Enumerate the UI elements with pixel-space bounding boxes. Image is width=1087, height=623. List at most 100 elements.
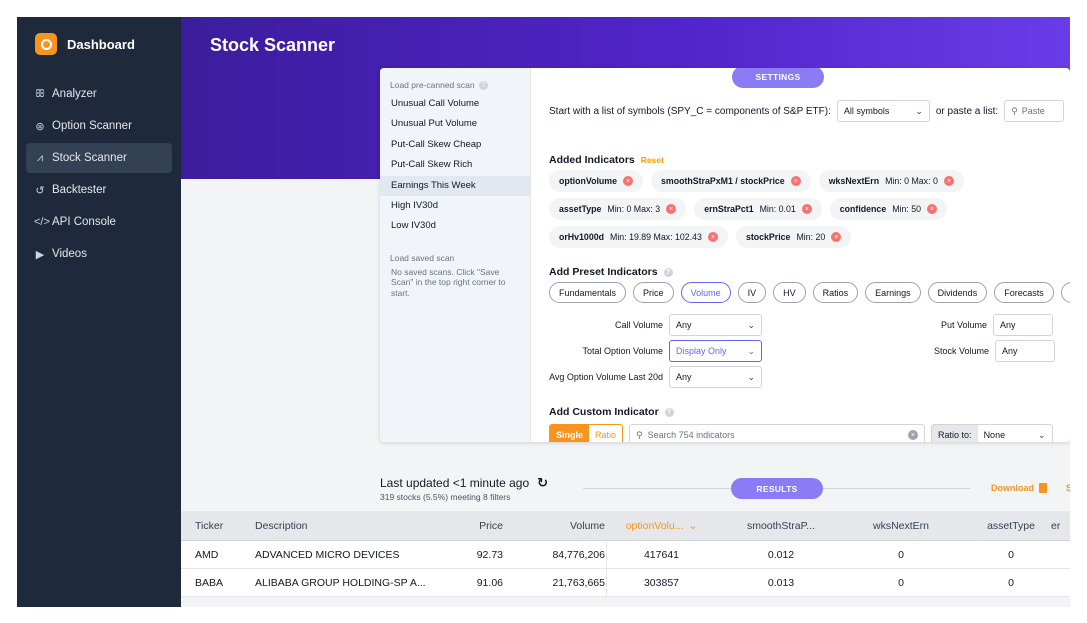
- refresh-icon[interactable]: ↻: [537, 475, 548, 491]
- indicator-chip[interactable]: stockPrice Min: 20 ×: [735, 226, 852, 248]
- precanned-scan-item[interactable]: Put-Call Skew Rich: [380, 155, 530, 175]
- column-header[interactable]: smoothStraP...: [721, 511, 841, 540]
- download-button[interactable]: Download S: [991, 483, 1070, 493]
- cell-value: 92.73: [476, 548, 503, 561]
- brand[interactable]: Dashboard: [35, 33, 135, 55]
- preset-tab-forecasts[interactable]: Forecasts: [994, 282, 1054, 303]
- stock-chart-icon: ⩘: [36, 151, 44, 164]
- sidebar-item-option-scanner[interactable]: ⊛ Option Scanner: [26, 111, 172, 141]
- preset-tab-ske[interactable]: Ske: [1060, 282, 1070, 303]
- precanned-scan-item[interactable]: Unusual Put Volume: [380, 114, 530, 134]
- indicator-chip-name: optionVolume: [559, 176, 617, 186]
- remove-icon[interactable]: ×: [943, 176, 954, 186]
- table-cell: BABA: [195, 569, 245, 596]
- indicator-chip-name: confidence: [839, 204, 887, 214]
- indicator-chip[interactable]: optionVolume ×: [549, 170, 643, 192]
- sidebar-item-analyzer[interactable]: ꕥ Analyzer: [26, 79, 172, 109]
- cell-value: 0.012: [767, 548, 795, 561]
- put-volume-select[interactable]: Any: [993, 314, 1054, 336]
- clear-icon[interactable]: ×: [908, 430, 919, 440]
- total-option-volume-field: Total Option Volume Display Only ⌄: [582, 340, 762, 362]
- symbols-label: Start with a list of symbols (SPY_C = co…: [549, 105, 831, 117]
- help-icon[interactable]: ?: [664, 407, 674, 417]
- preset-tab-ratios[interactable]: Ratios: [812, 282, 859, 303]
- stock-volume-select[interactable]: Any: [995, 340, 1056, 362]
- added-indicators-heading: Added Indicators Reset: [549, 154, 664, 166]
- cell-value: ALIBABA GROUP HOLDING-SP A...: [255, 576, 426, 589]
- indicator-chip[interactable]: confidence Min: 50 ×: [829, 198, 948, 220]
- preset-tab-earnings[interactable]: Earnings: [865, 282, 921, 303]
- remove-icon[interactable]: ×: [927, 204, 938, 214]
- precanned-caption: Load pre-canned scan ?: [380, 80, 530, 90]
- last-updated: Last updated <1 minute ago ↻: [380, 475, 548, 491]
- video-icon: ▶: [35, 248, 45, 261]
- column-header-label: wksNextErn: [872, 519, 929, 532]
- column-header-label: Ticker: [195, 519, 224, 532]
- precanned-scan-item[interactable]: Unusual Call Volume: [380, 94, 530, 114]
- precanned-scan-item[interactable]: Put-Call Skew Cheap: [380, 135, 530, 155]
- remove-icon[interactable]: ×: [790, 176, 801, 186]
- remove-icon[interactable]: ×: [831, 232, 842, 242]
- precanned-scan-item[interactable]: Low IV30d: [380, 216, 530, 236]
- column-header[interactable]: Ticker: [195, 511, 245, 540]
- paste-list-input[interactable]: ⚲ Paste: [1004, 100, 1065, 122]
- avg-option-volume-select[interactable]: Any ⌄: [669, 366, 762, 388]
- column-header-label: optionVolu...: [625, 519, 684, 532]
- indicator-chip[interactable]: smoothStraPxM1 / stockPrice ×: [651, 170, 811, 192]
- precanned-scan-item[interactable]: High IV30d: [380, 196, 530, 216]
- cell-value: 0.013: [767, 576, 795, 589]
- indicator-chip[interactable]: wksNextErn Min: 0 Max: 0 ×: [818, 170, 964, 192]
- column-header[interactable]: er: [1051, 511, 1070, 540]
- indicator-search-input[interactable]: ⚲ Search 754 indicators ×: [629, 424, 926, 442]
- table-cell: 91.06: [443, 569, 503, 596]
- remove-icon[interactable]: ×: [801, 204, 812, 214]
- sidebar-nav: ꕥ Analyzer ⊛ Option Scanner ⩘ Stock Scanner ↺ B…: [26, 79, 172, 271]
- avg-option-volume-value: Any: [676, 372, 692, 382]
- preset-tab-iv[interactable]: IV: [737, 282, 767, 303]
- table-row[interactable]: AMD ADVANCED MICRO DEVICES 92.73 84,776,206…: [181, 541, 1070, 569]
- custom-indicator-row: Single Ratio ⚲ Search 754 indicators × R…: [549, 424, 1053, 442]
- indicator-chip-name: assetType: [559, 204, 602, 214]
- symbols-select[interactable]: All symbols ⌄: [836, 100, 930, 122]
- sidebar-item-backtester[interactable]: ↺ Backtester: [26, 175, 172, 205]
- help-icon[interactable]: ?: [663, 267, 673, 277]
- preset-tab-hv[interactable]: HV: [773, 282, 806, 303]
- column-header[interactable]: assetType: [961, 511, 1061, 540]
- column-header[interactable]: Price: [443, 511, 503, 540]
- column-header[interactable]: Volume: [513, 511, 605, 540]
- column-header-label: Description: [255, 519, 308, 532]
- help-icon[interactable]: ?: [478, 80, 488, 90]
- preset-tab-dividends[interactable]: Dividends: [927, 282, 988, 303]
- column-header[interactable]: Description: [255, 511, 435, 540]
- remove-icon[interactable]: ×: [707, 232, 718, 242]
- sidebar-item-stock-scanner[interactable]: ⩘ Stock Scanner: [26, 143, 172, 173]
- ratio-toggle[interactable]: Ratio: [589, 425, 623, 442]
- single-toggle[interactable]: Single: [550, 425, 590, 442]
- remove-icon[interactable]: ×: [623, 176, 633, 186]
- preset-tab-price[interactable]: Price: [633, 282, 674, 303]
- table-cell: 0.013: [721, 569, 841, 596]
- table-row[interactable]: BABA ALIBABA GROUP HOLDING-SP A... 91.06 21…: [181, 569, 1070, 597]
- precanned-scan-item[interactable]: Earnings This Week: [380, 175, 530, 196]
- column-header[interactable]: wksNextErn: [841, 511, 961, 540]
- search-icon: ⚲: [1011, 105, 1018, 116]
- preset-tab-fundamentals[interactable]: Fundamentals: [549, 282, 627, 303]
- indicator-chip-range: Min: 20: [796, 232, 826, 242]
- ratio-to-select[interactable]: Ratio to: None ⌄: [931, 424, 1053, 442]
- total-option-volume-select[interactable]: Display Only ⌄: [669, 340, 762, 362]
- remove-icon[interactable]: ×: [666, 204, 677, 214]
- results-tab-pill[interactable]: RESULTS: [731, 478, 823, 499]
- indicator-chip[interactable]: ernStraPct1 Min: 0.01 ×: [694, 198, 822, 220]
- settings-panel: Start with a list of symbols (SPY_C = co…: [531, 68, 1070, 442]
- code-icon: </>: [34, 216, 50, 228]
- reset-link[interactable]: Reset: [641, 155, 664, 165]
- sidebar-item-videos[interactable]: ▶ Videos: [26, 239, 172, 269]
- column-header[interactable]: optionVolu... ⌄: [606, 511, 716, 540]
- indicator-chip[interactable]: assetType Min: 0 Max: 3 ×: [549, 198, 687, 220]
- cell-value: 0: [1008, 576, 1014, 589]
- call-volume-select[interactable]: Any ⌄: [669, 314, 762, 336]
- sidebar-item-api-console[interactable]: </> API Console: [26, 207, 172, 237]
- indicator-chip-row: optionVolume × smoothStraPxM1 / stockPrice…: [549, 170, 964, 192]
- indicator-chip[interactable]: orHv1000d Min: 19.89 Max: 102.43 ×: [549, 226, 728, 248]
- preset-tab-volume[interactable]: Volume: [680, 282, 731, 303]
